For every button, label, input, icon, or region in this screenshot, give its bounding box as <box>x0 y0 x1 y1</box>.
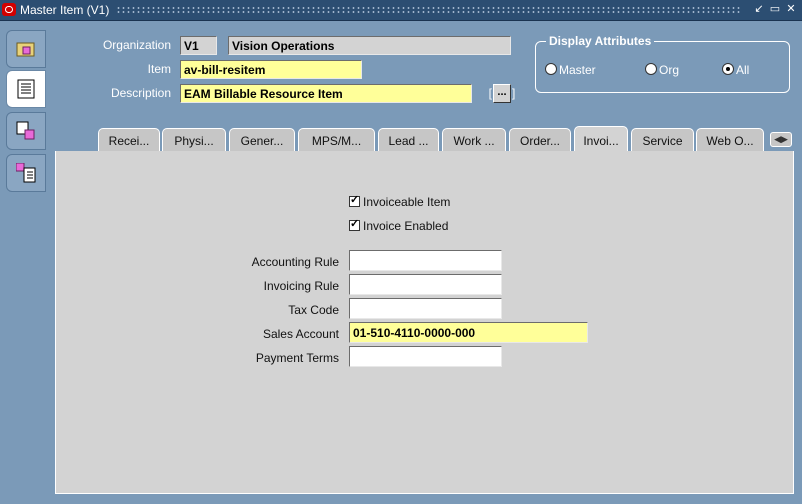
title-bar-grip[interactable] <box>116 6 742 14</box>
radio-master[interactable]: Master <box>545 63 596 77</box>
display-attributes-legend: Display Attributes <box>546 34 655 48</box>
flex-bracket-open: [ <box>488 86 492 100</box>
payment-terms-label: Payment Terms <box>255 351 339 365</box>
radio-org-icon[interactable] <box>645 63 657 75</box>
radio-master-icon[interactable] <box>545 63 557 75</box>
tab-web-option[interactable]: Web O... <box>696 128 764 152</box>
invoiceable-item-label: Invoiceable Item <box>363 195 451 209</box>
tab-mps-mrp[interactable]: MPS/M... <box>298 128 375 152</box>
radio-all-label: All <box>736 63 750 77</box>
tab-strip: Recei... Physi... Gener... MPS/M... Lead… <box>98 126 798 152</box>
accounting-rule-label: Accounting Rule <box>251 255 339 269</box>
cube-hierarchy-icon <box>16 163 36 183</box>
title-bar: Master Item (V1) ↙ ▭ ✕ <box>0 0 802 21</box>
description-label: Description <box>110 86 171 100</box>
description-field[interactable]: EAM Billable Resource Item <box>180 84 472 103</box>
close-icon[interactable]: ✕ <box>784 2 798 17</box>
invoice-enabled-checkbox[interactable]: Invoice Enabled <box>349 217 449 233</box>
radio-all[interactable]: All <box>722 63 749 77</box>
descriptive-flexfield-button[interactable]: ... <box>493 84 511 103</box>
hierarchy-tool-button[interactable] <box>6 154 46 192</box>
invoice-enabled-check-icon[interactable] <box>349 217 360 231</box>
item-field[interactable]: av-bill-resitem <box>180 60 362 79</box>
document-cube-icon <box>16 121 35 140</box>
tab-general-planning[interactable]: Gener... <box>229 128 295 152</box>
list-icon <box>17 79 35 99</box>
document-cube-tool-button[interactable] <box>6 112 46 150</box>
invoiceable-item-checkbox[interactable]: Invoiceable Item <box>349 193 451 209</box>
tax-code-label: Tax Code <box>288 303 339 317</box>
radio-org-label: Org <box>659 63 680 77</box>
tab-service[interactable]: Service <box>631 128 694 152</box>
tab-physical[interactable]: Physi... <box>162 128 226 152</box>
radio-master-label: Master <box>559 63 596 77</box>
tax-code-field[interactable] <box>349 298 502 319</box>
minimize-icon[interactable]: ↙ <box>752 2 766 17</box>
organization-label: Organization <box>102 38 171 52</box>
tab-scroll-arrows-icon[interactable]: ◀▶ <box>770 132 792 147</box>
payment-terms-field[interactable] <box>349 346 502 367</box>
maximize-icon[interactable]: ▭ <box>768 2 782 17</box>
window-title: Master Item (V1) <box>20 3 110 17</box>
tab-order-management[interactable]: Order... <box>509 128 571 152</box>
tab-receiving[interactable]: Recei... <box>98 128 160 152</box>
tab-invoicing[interactable]: Invoi... <box>574 126 628 152</box>
invoiceable-item-check-icon[interactable] <box>349 193 360 207</box>
item-label: Item <box>147 62 171 76</box>
folder-cube-icon <box>16 42 35 57</box>
accounting-rule-field[interactable] <box>349 250 502 271</box>
organization-name-field[interactable]: Vision Operations <box>228 36 511 55</box>
oracle-logo-icon <box>2 3 16 16</box>
folder-tool-button[interactable] <box>6 30 46 68</box>
display-attributes-group: Display Attributes Master Org All <box>535 34 790 93</box>
sales-account-label: Sales Account <box>262 327 339 341</box>
flex-bracket-close: ] <box>512 86 516 100</box>
sales-account-field[interactable]: 01-510-4110-0000-000 <box>349 322 588 343</box>
organization-code-field[interactable]: V1 <box>180 36 217 55</box>
invoicing-rule-field[interactable] <box>349 274 502 295</box>
radio-all-icon[interactable] <box>722 63 734 75</box>
tab-work-in-process[interactable]: Work ... <box>442 128 506 152</box>
invoice-enabled-label: Invoice Enabled <box>363 219 449 233</box>
list-tool-button[interactable] <box>6 70 46 108</box>
invoicing-rule-label: Invoicing Rule <box>263 279 339 293</box>
invoicing-panel: Invoiceable Item Invoice Enabled Account… <box>55 151 794 494</box>
radio-org[interactable]: Org <box>645 63 679 77</box>
tab-lead-times[interactable]: Lead ... <box>378 128 439 152</box>
